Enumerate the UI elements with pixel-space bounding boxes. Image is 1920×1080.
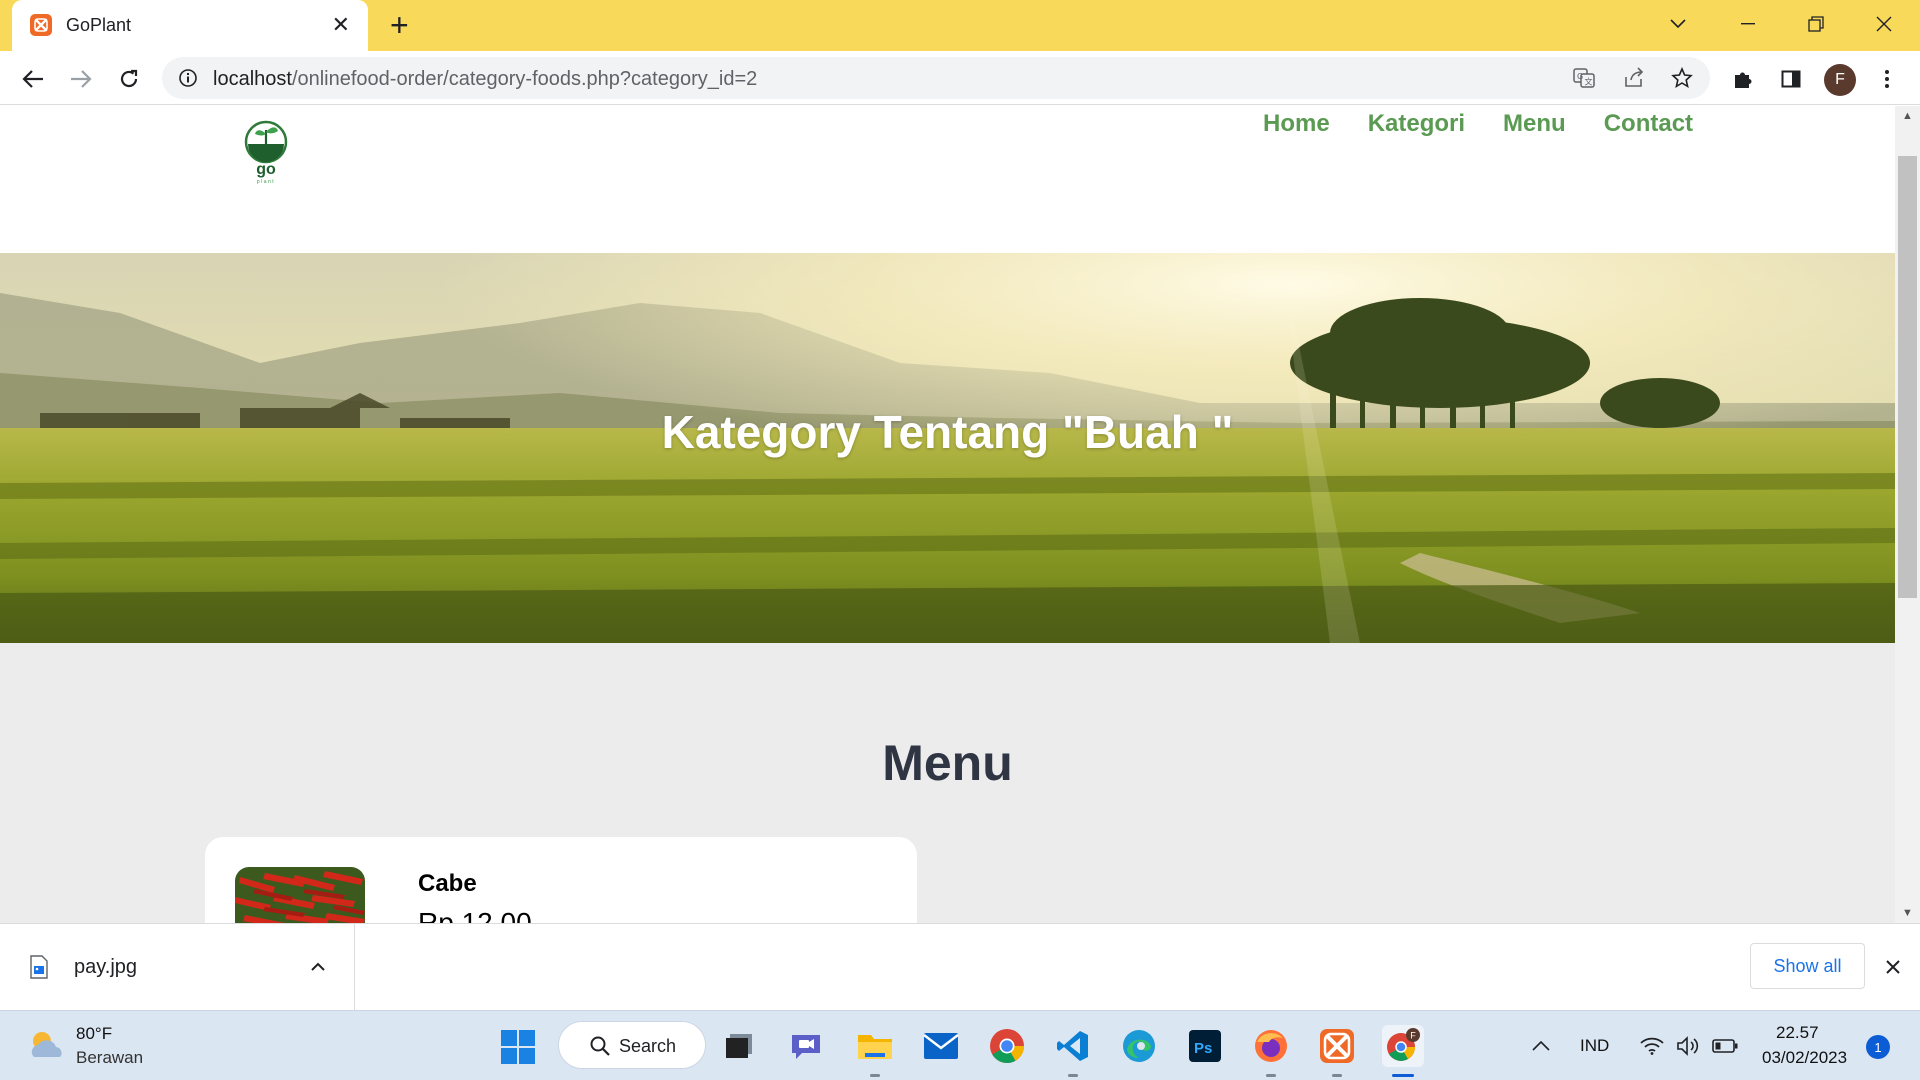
food-card[interactable]: Cabe Rp 12.00: [205, 837, 917, 923]
screen: GoPlant ✕ + localhost/onlinefood-order/c…: [0, 0, 1920, 1080]
clock-time[interactable]: 22.57: [1776, 1023, 1819, 1043]
show-all-downloads-button[interactable]: Show all: [1750, 943, 1865, 989]
running-indicator: [1068, 1074, 1078, 1077]
browser-tab[interactable]: GoPlant ✕: [12, 0, 368, 51]
partly-cloudy-weather-icon[interactable]: [26, 1027, 66, 1063]
download-options-chevron-icon[interactable]: [306, 954, 330, 978]
input-language[interactable]: IND: [1580, 1011, 1609, 1080]
show-hidden-icons-chevron-icon[interactable]: [1532, 1011, 1550, 1080]
xampp-icon[interactable]: [1316, 1025, 1358, 1077]
scroll-up-arrow-icon[interactable]: ▲: [1895, 106, 1920, 126]
goplant-logo[interactable]: go plant: [242, 116, 290, 192]
search-icon: [590, 1036, 610, 1056]
tab-search-chevron-icon[interactable]: [1656, 8, 1700, 40]
food-price: Rp 12.00: [418, 907, 532, 923]
image-file-icon: [30, 955, 48, 979]
window-close-icon[interactable]: [1862, 8, 1906, 40]
food-name: Cabe: [418, 870, 477, 897]
svg-text:F: F: [1410, 1031, 1416, 1041]
svg-text:G: G: [1577, 72, 1583, 81]
file-explorer-icon[interactable]: [854, 1025, 896, 1077]
bookmark-star-icon[interactable]: [1670, 66, 1694, 90]
minimize-icon[interactable]: [1726, 8, 1770, 40]
share-icon[interactable]: [1622, 66, 1646, 90]
chili-pepper-image: [235, 867, 365, 923]
running-indicator: [1332, 1074, 1342, 1077]
edge-icon[interactable]: [1118, 1025, 1160, 1067]
logo-subtext: plant: [257, 179, 275, 185]
volume-icon[interactable]: [1676, 1011, 1700, 1080]
download-file-name: pay.jpg: [74, 956, 138, 978]
chrome-icon[interactable]: [986, 1025, 1028, 1067]
new-tab-button[interactable]: +: [390, 9, 409, 41]
hero-banner: Kategory Tentang "Buah ": [0, 253, 1895, 643]
site-info-icon[interactable]: [176, 66, 200, 90]
profile-avatar[interactable]: F: [1824, 64, 1856, 96]
taskbar-search-label: Search: [619, 1036, 677, 1056]
more-menu-icon[interactable]: [1870, 62, 1904, 96]
clock-date[interactable]: 03/02/2023: [1762, 1048, 1847, 1068]
reload-icon[interactable]: [112, 62, 146, 96]
scroll-down-arrow-icon[interactable]: ▼: [1895, 903, 1920, 923]
nav-home[interactable]: Home: [1263, 110, 1330, 138]
hero-title: Kategory Tentang "Buah ": [661, 406, 1234, 458]
tab-title: GoPlant: [66, 15, 132, 35]
wifi-icon[interactable]: [1640, 1011, 1664, 1080]
side-panel-icon[interactable]: [1774, 62, 1808, 96]
main-nav: Home Kategori Menu Contact: [1263, 110, 1693, 138]
url-text[interactable]: localhost/onlinefood-order/category-food…: [213, 68, 757, 91]
vscode-icon[interactable]: [1052, 1025, 1094, 1077]
running-indicator: [1266, 1074, 1276, 1077]
page-scrollbar[interactable]: ▲ ▼: [1895, 106, 1920, 923]
nav-contact[interactable]: Contact: [1604, 110, 1693, 138]
page-viewport: go plant Home Kategori Menu Contact Kate…: [0, 106, 1895, 923]
tab-strip: GoPlant ✕ +: [0, 0, 1920, 51]
tab-close-icon[interactable]: ✕: [332, 11, 350, 39]
weather-temperature[interactable]: 80°F: [76, 1024, 112, 1044]
scrollbar-thumb[interactable]: [1898, 156, 1917, 598]
active-window-indicator: [1392, 1074, 1414, 1077]
translate-icon[interactable]: G文: [1572, 66, 1596, 90]
xampp-favicon-icon: [30, 14, 52, 36]
windows-taskbar: 80°F Berawan Search Ps F IND 22.57 03/02…: [0, 1010, 1920, 1080]
back-icon[interactable]: [16, 62, 50, 96]
site-header: go plant Home Kategori Menu Contact: [0, 106, 1895, 253]
svg-text:Ps: Ps: [1194, 1040, 1212, 1057]
browser-toolbar: localhost/onlinefood-order/category-food…: [0, 51, 1920, 105]
windows-start-icon[interactable]: [500, 1029, 536, 1065]
menu-heading: Menu: [882, 735, 1013, 791]
battery-icon[interactable]: [1712, 1011, 1738, 1080]
download-shelf: pay.jpg Show all: [0, 923, 1920, 1011]
forward-icon[interactable]: [64, 62, 98, 96]
chrome-profile-active-icon[interactable]: F: [1382, 1025, 1424, 1077]
extensions-puzzle-icon[interactable]: [1726, 62, 1760, 96]
weather-description[interactable]: Berawan: [76, 1048, 143, 1068]
notification-badge[interactable]: 1: [1866, 1035, 1890, 1059]
url-path: /onlinefood-order/category-foods.php?cat…: [291, 68, 758, 90]
nav-menu[interactable]: Menu: [1503, 110, 1566, 138]
photoshop-icon[interactable]: Ps: [1184, 1025, 1226, 1067]
running-indicator: [870, 1074, 880, 1077]
nav-kategori[interactable]: Kategori: [1368, 110, 1465, 138]
task-view-icon[interactable]: [718, 1025, 760, 1067]
url-host: localhost: [213, 68, 292, 90]
download-item[interactable]: pay.jpg: [0, 924, 355, 1011]
close-shelf-icon[interactable]: [1880, 954, 1906, 980]
address-bar[interactable]: localhost/onlinefood-order/category-food…: [162, 57, 1710, 99]
logo-text: go: [256, 161, 276, 178]
svg-text:文: 文: [1585, 77, 1593, 87]
firefox-icon[interactable]: [1250, 1025, 1292, 1077]
taskbar-search-box[interactable]: Search: [558, 1021, 706, 1069]
restore-icon[interactable]: [1794, 8, 1838, 40]
mail-icon[interactable]: [920, 1025, 962, 1067]
teams-chat-icon[interactable]: [786, 1025, 828, 1067]
